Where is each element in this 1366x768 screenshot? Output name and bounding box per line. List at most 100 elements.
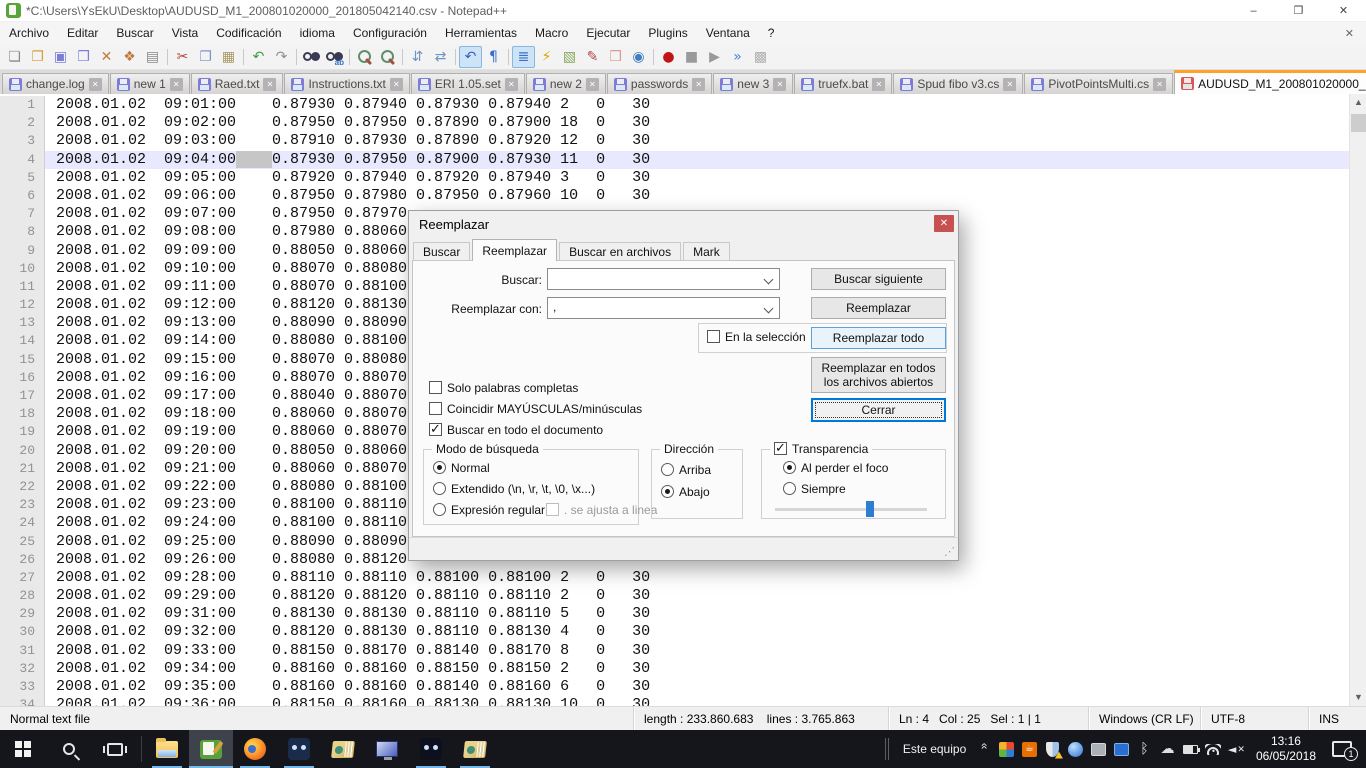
toolbar-icon[interactable]: [164, 46, 171, 68]
tab-passwords[interactable]: passwords ✕: [606, 73, 713, 94]
tab-close-icon[interactable]: ✕: [1003, 77, 1017, 91]
toolbar-icon[interactable]: [399, 46, 406, 68]
match-case-checkbox[interactable]: Coincidir MAYÚSCULAS/minúsculas: [429, 402, 642, 416]
print-icon[interactable]: ▤: [141, 46, 164, 68]
resize-grip-icon[interactable]: ⋰: [944, 545, 955, 558]
menu-ejecutar[interactable]: Ejecutar: [577, 22, 639, 44]
whole-word-checkbox[interactable]: Solo palabras completas: [429, 381, 578, 395]
taskbar-owl-app-2[interactable]: [409, 730, 453, 768]
indent-guide-icon[interactable]: ≣: [512, 45, 535, 68]
tab-new-2[interactable]: new 2 ✕: [525, 73, 606, 94]
taskbar-docs-app-1[interactable]: [321, 730, 365, 768]
folder-workspace-icon[interactable]: ❒: [604, 46, 627, 68]
tab-close-icon[interactable]: ✕: [88, 77, 102, 91]
tab-audusd-csv[interactable]: AUDUSD_M1_200801020000_201805042140.csv …: [1174, 70, 1366, 94]
tab-close-icon[interactable]: ✕: [504, 77, 518, 91]
menu-plugins[interactable]: Plugins: [639, 22, 696, 44]
replace-all-open-button[interactable]: Reemplazar en todos los archivos abierto…: [811, 357, 946, 393]
tab-close-icon[interactable]: ✕: [872, 77, 886, 91]
tab-spud-fibo[interactable]: Spud fibo v3.cs ✕: [893, 73, 1024, 94]
menu-macro[interactable]: Macro: [526, 22, 577, 44]
menu-archivo[interactable]: Archivo: [0, 22, 58, 44]
tab-truefx-bat[interactable]: truefx.bat ✕: [794, 73, 893, 94]
save-all-icon[interactable]: ❒: [72, 46, 95, 68]
close-document-icon[interactable]: ✕: [1333, 27, 1366, 40]
status-eol-format[interactable]: Windows (CR LF): [1088, 707, 1200, 730]
tray-java-icon[interactable]: ☕: [1018, 730, 1041, 768]
close-dialog-button[interactable]: Cerrar: [811, 398, 946, 422]
transparency-always-radio[interactable]: Siempre: [783, 482, 846, 496]
stop-macro-icon[interactable]: ■: [680, 46, 703, 68]
tab-close-icon[interactable]: ✕: [169, 77, 183, 91]
scroll-down-icon[interactable]: ▼: [1350, 689, 1366, 706]
redo-icon[interactable]: ↷: [270, 46, 293, 68]
tray-display-icon[interactable]: [1087, 730, 1110, 768]
menu-editar[interactable]: Editar: [58, 22, 107, 44]
sync-horizontal-icon[interactable]: ⇄: [429, 46, 452, 68]
tab-pivotpointsmulti[interactable]: PivotPointsMulti.cs ✕: [1024, 73, 1174, 94]
tray-overflow-icon[interactable]: »: [977, 743, 991, 750]
toolbar-icon[interactable]: [346, 46, 353, 68]
menu-codificacion[interactable]: Codificación: [207, 22, 290, 44]
taskbar-docs-app-2[interactable]: [453, 730, 497, 768]
close-all-icon[interactable]: ❖: [118, 46, 141, 68]
taskbar-clock[interactable]: 13:16 06/05/2018: [1248, 734, 1324, 764]
toolbar-icon[interactable]: [505, 46, 512, 68]
dialog-tab-mark[interactable]: Mark: [683, 242, 730, 261]
function-completion-icon[interactable]: ⚡: [535, 46, 558, 68]
taskbar-search-button[interactable]: [46, 730, 92, 768]
tray-wifi-icon[interactable]: •: [1202, 730, 1225, 768]
tray-blue-app-icon[interactable]: [1064, 730, 1087, 768]
slider-thumb[interactable]: [866, 501, 875, 517]
menu-idioma[interactable]: idioma: [291, 22, 344, 44]
menu-vista[interactable]: Vista: [163, 22, 207, 44]
function-list-icon[interactable]: ✎: [581, 46, 604, 68]
dialog-tab-buscar[interactable]: Buscar: [413, 242, 471, 261]
document-monitor-icon[interactable]: ◉: [627, 46, 650, 68]
toolbar-icon[interactable]: [293, 46, 300, 68]
replace-input[interactable]: ,: [547, 297, 780, 319]
minimize-button[interactable]: –: [1231, 0, 1276, 21]
vertical-scrollbar[interactable]: ▲ ▼: [1349, 94, 1366, 706]
direction-up-radio[interactable]: Arriba: [661, 463, 711, 477]
toolbar-grip[interactable]: [884, 738, 889, 760]
wrap-around-checkbox[interactable]: Buscar en todo el documento: [429, 421, 603, 437]
taskbar-notepadpp[interactable]: [189, 730, 233, 768]
replace-all-button[interactable]: Reemplazar todo: [811, 327, 946, 349]
tray-onedrive-icon[interactable]: ☁: [1156, 730, 1179, 768]
tray-avg-icon[interactable]: [995, 730, 1018, 768]
tab-change-log[interactable]: change.log ✕: [2, 73, 109, 94]
transparency-slider[interactable]: [775, 501, 927, 517]
tray-remote-icon[interactable]: [1110, 730, 1133, 768]
este-equipo-toolbar[interactable]: Este equipo: [897, 742, 972, 756]
menu-ayuda[interactable]: ?: [759, 22, 784, 44]
taskbar-owl-app-1[interactable]: [277, 730, 321, 768]
transparency-checkbox[interactable]: Transparencia: [770, 440, 873, 456]
tab-instructions-txt[interactable]: Instructions.txt ✕: [284, 73, 410, 94]
start-button[interactable]: [0, 730, 46, 768]
dialog-tab-buscar-en-archivos[interactable]: Buscar en archivos: [559, 242, 682, 261]
scrollbar-thumb[interactable]: [1351, 114, 1366, 132]
undo-icon[interactable]: ↶: [247, 46, 270, 68]
menu-herramientas[interactable]: Herramientas: [436, 22, 526, 44]
tab-new-3[interactable]: new 3 ✕: [713, 73, 794, 94]
tray-volume-muted-icon[interactable]: ◄ ✕: [1225, 730, 1248, 768]
notification-center-icon[interactable]: 1: [1332, 741, 1358, 761]
tab-close-icon[interactable]: ✕: [692, 77, 706, 91]
replace-icon[interactable]: [323, 46, 346, 68]
scroll-up-icon[interactable]: ▲: [1350, 94, 1366, 111]
cut-icon[interactable]: ✂: [171, 46, 194, 68]
transparency-on-focus-radio[interactable]: Al perder el foco: [783, 461, 888, 475]
task-view-button[interactable]: [92, 730, 138, 768]
taskbar-file-explorer[interactable]: [145, 730, 189, 768]
tab-close-icon[interactable]: ✕: [585, 77, 599, 91]
word-wrap-icon[interactable]: ↶: [459, 45, 482, 68]
document-map-icon[interactable]: ▧: [558, 46, 581, 68]
dialog-close-icon[interactable]: ✕: [934, 215, 954, 232]
in-selection-checkbox[interactable]: En la selección: [707, 330, 806, 344]
tab-raed-txt[interactable]: Raed.txt ✕: [190, 73, 284, 94]
open-file-icon[interactable]: ❐: [26, 46, 49, 68]
mode-extended-radio[interactable]: Extendido (\n, \r, \t, \0, \x...): [433, 482, 595, 496]
zoom-in-icon[interactable]: [353, 46, 376, 68]
taskbar-pc-app[interactable]: [365, 730, 409, 768]
